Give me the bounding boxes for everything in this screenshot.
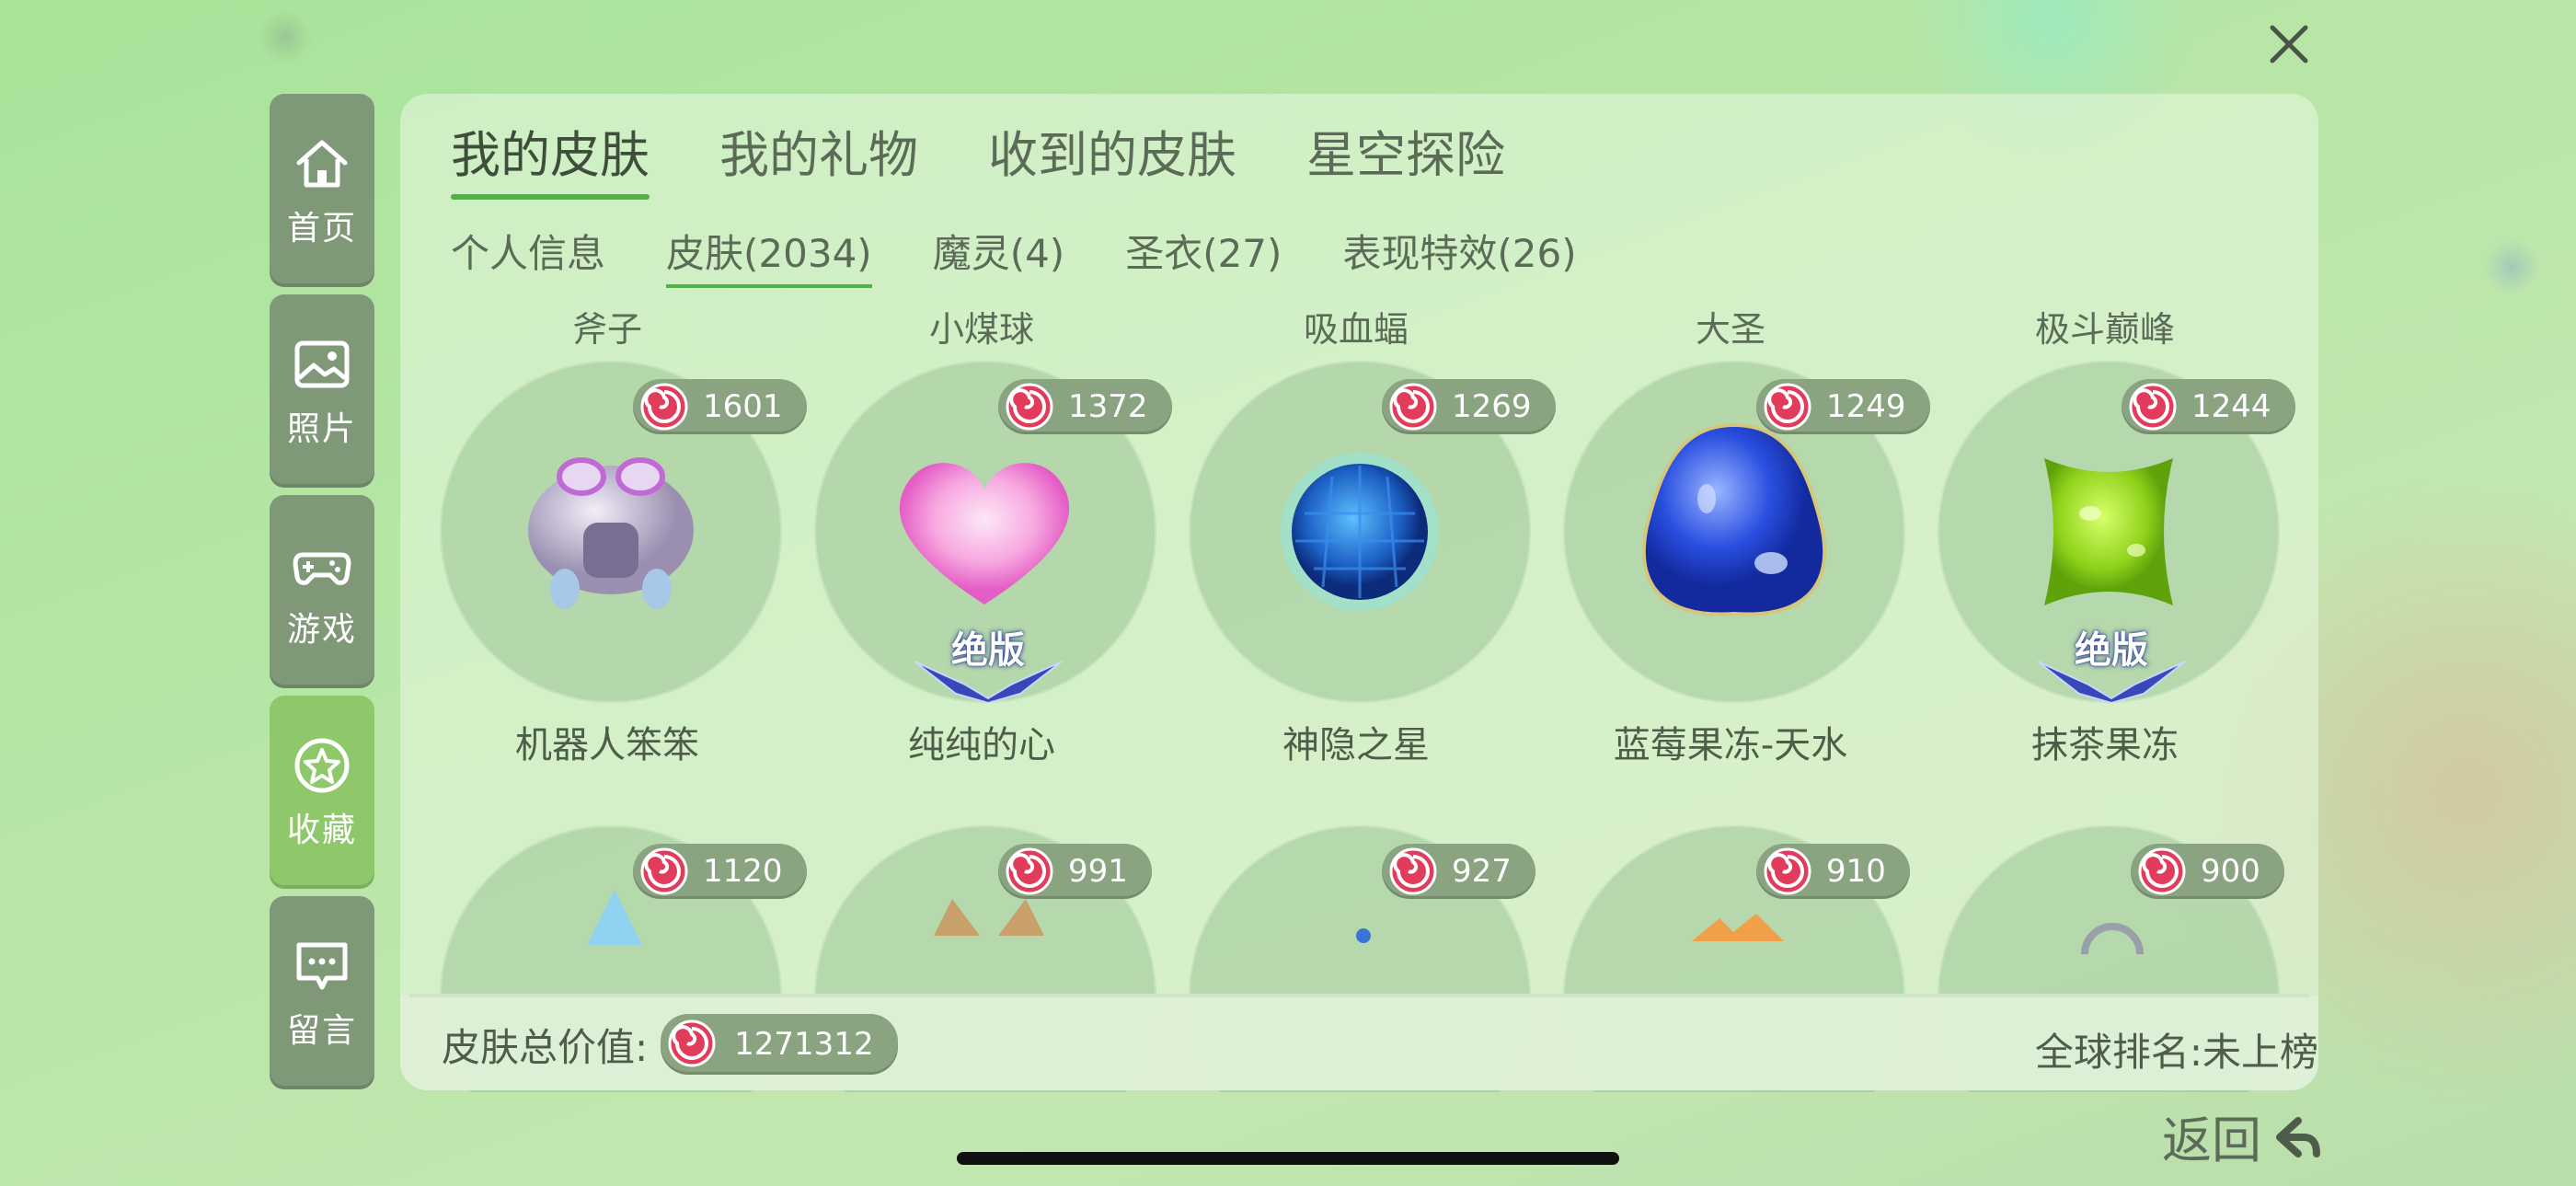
wings-icon: [2037, 661, 2186, 703]
heart-skin-image: [899, 463, 1070, 605]
back-label: 返回: [2162, 1111, 2261, 1169]
global-rank: 全球排名:未上榜: [2034, 1030, 2318, 1075]
candy-icon: [1006, 383, 1053, 431]
sidebar-item-label: 游戏: [286, 611, 357, 649]
price-value: 900: [2201, 853, 2260, 890]
crystal-skin-image: [587, 890, 642, 945]
home-icon: [296, 140, 348, 188]
skin-name: 蓝莓果冻-天水: [1613, 724, 1848, 766]
candy-icon: [668, 1019, 716, 1067]
skin-grid: 斧子 1601 机器人笨笨 1120 小煤球 绝版 1372 纯纯的心 991 …: [400, 301, 2318, 1092]
skin-name: 机器人笨笨: [515, 724, 699, 766]
orb-skin-image: [1281, 453, 1439, 611]
price-badge: 900: [2131, 844, 2284, 899]
gamepad-icon: [293, 552, 351, 585]
tab-received-skins[interactable]: 收到的皮肤: [988, 114, 1236, 200]
price-badge: 1249: [1756, 379, 1930, 434]
sidebar-item-label: 收藏: [286, 812, 357, 849]
category-label: 小煤球: [928, 309, 1034, 350]
sidebar-item-label: 留言: [286, 1012, 357, 1050]
price-badge: 910: [1756, 844, 1910, 899]
skin-name: 抹茶果冻: [2031, 724, 2179, 766]
candy-icon: [2129, 383, 2177, 431]
out-of-print-badge: 绝版: [2033, 620, 2190, 703]
close-icon: [2270, 25, 2308, 63]
sidebar: 首页 照片 游戏 收藏 留言: [270, 94, 374, 1097]
price-value: 991: [1068, 853, 1128, 890]
sub-tabs: 个人信息 皮肤(2034) 魔灵(4) 圣衣(27) 表现特效(26): [451, 223, 1638, 288]
candy-icon: [2138, 847, 2186, 895]
star-icon: [294, 738, 350, 793]
price-badge: 1269: [1382, 379, 1556, 434]
price-value: 1244: [2191, 388, 2271, 425]
total-label: 皮肤总价值:: [442, 1024, 649, 1070]
price-value: 1601: [703, 388, 783, 425]
price-value: 1372: [1068, 388, 1148, 425]
category-label: 吸血蝠: [1303, 309, 1409, 350]
price-badge: 1601: [633, 379, 807, 434]
out-of-print-badge: 绝版: [910, 620, 1066, 703]
category-label: 大圣: [1695, 309, 1765, 350]
price-badge: 1120: [633, 844, 807, 899]
sidebar-item-message[interactable]: 留言: [270, 896, 374, 1089]
wings-icon: [914, 661, 1063, 703]
price-badge: 1372: [998, 379, 1172, 434]
back-button[interactable]: 返回: [2162, 1100, 2326, 1172]
photo-icon: [294, 340, 350, 388]
tab-my-gifts[interactable]: 我的礼物: [719, 114, 918, 200]
tab-star-adventure[interactable]: 星空探险: [1306, 114, 1505, 200]
robot-skin-image: [528, 457, 694, 609]
price-badge: 927: [1382, 844, 1535, 899]
sidebar-item-photo[interactable]: 照片: [270, 294, 374, 488]
price-value: 910: [1826, 853, 1886, 890]
price-value: 1269: [1452, 388, 1532, 425]
tab-my-skins[interactable]: 我的皮肤: [451, 114, 650, 200]
price-value: 1249: [1826, 388, 1906, 425]
blueberry-jelly-skin-image: [1641, 422, 1827, 616]
home-indicator: [957, 1152, 1619, 1165]
price-badge: 991: [998, 844, 1152, 899]
category-label: 斧子: [571, 309, 642, 350]
candy-icon: [1764, 847, 1811, 895]
sidebar-item-label: 首页: [286, 210, 357, 248]
dot-skin-image: [1356, 928, 1371, 943]
total-price-value: 1271312: [734, 1026, 874, 1063]
subtab-armor[interactable]: 圣衣(27): [1125, 223, 1282, 288]
return-arrow-icon: [2276, 1116, 2320, 1157]
sidebar-item-home[interactable]: 首页: [270, 94, 374, 287]
footer-divider: [409, 994, 2309, 997]
flame-skin-image: [1692, 914, 1784, 941]
price-value: 1120: [703, 853, 783, 890]
ears-skin-image: [934, 899, 1044, 936]
candy-icon: [1389, 383, 1437, 431]
subtab-skins[interactable]: 皮肤(2034): [666, 223, 872, 288]
total-value: 皮肤总价值: 1271312: [442, 1014, 898, 1075]
category-label: 极斗巅峰: [2034, 309, 2175, 350]
price-value: 927: [1452, 853, 1512, 890]
subtab-effects[interactable]: 表现特效(26): [1342, 223, 1576, 288]
total-price-badge: 1271312: [661, 1014, 898, 1075]
top-tabs: 我的皮肤 我的礼物 收到的皮肤 星空探险: [451, 114, 1575, 200]
candy-icon: [640, 847, 688, 895]
candy-icon: [1006, 847, 1053, 895]
price-badge: 1244: [2122, 379, 2295, 434]
ring-skin-image: [2081, 923, 2144, 954]
sidebar-item-favorites[interactable]: 收藏: [270, 696, 374, 889]
skin-panel: 我的皮肤 我的礼物 收到的皮肤 星空探险 个人信息 皮肤(2034) 魔灵(4)…: [400, 94, 2318, 1092]
skin-name: 纯纯的心: [908, 724, 1055, 766]
matcha-jelly-skin-image: [2044, 458, 2173, 605]
message-icon: [296, 942, 348, 990]
skin-name: 神隐之星: [1282, 724, 1430, 766]
subtab-profile[interactable]: 个人信息: [451, 223, 605, 288]
candy-icon: [1389, 847, 1437, 895]
subtab-spirits[interactable]: 魔灵(4): [933, 223, 1065, 288]
candy-icon: [1764, 383, 1811, 431]
sidebar-item-game[interactable]: 游戏: [270, 495, 374, 688]
candy-icon: [640, 383, 688, 431]
close-button[interactable]: [2263, 18, 2315, 70]
sidebar-item-label: 照片: [286, 410, 357, 448]
